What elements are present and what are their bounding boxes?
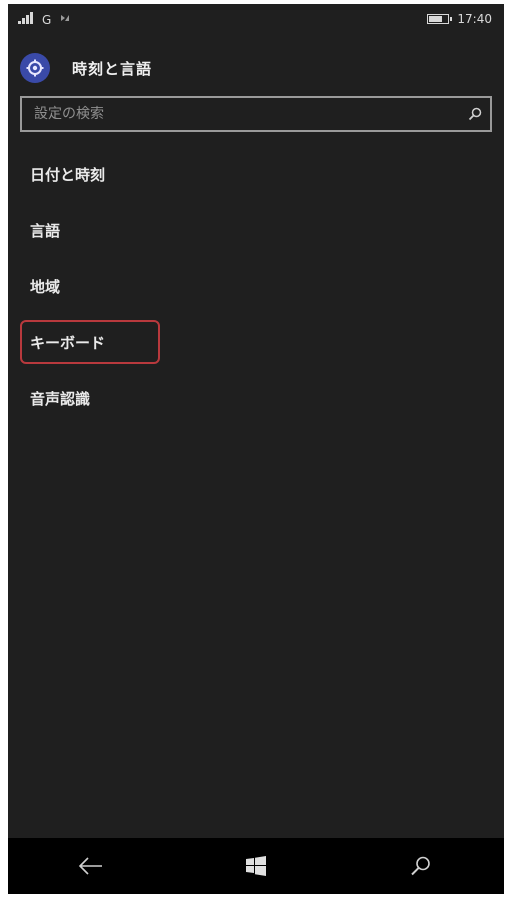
page-header: 時刻と言語: [20, 50, 152, 86]
search-box[interactable]: [20, 96, 492, 132]
menu-item-date-time[interactable]: 日付と時刻: [20, 152, 115, 196]
menu-item-keyboard[interactable]: キーボード: [20, 320, 160, 364]
windows-start-icon[interactable]: [226, 838, 286, 894]
back-arrow-icon[interactable]: [61, 838, 121, 894]
menu-item-region[interactable]: 地域: [20, 264, 70, 308]
page-title: 時刻と言語: [72, 59, 153, 78]
navigation-bar: [8, 838, 504, 894]
menu-item-speech[interactable]: 音声認識: [20, 376, 100, 420]
search-icon[interactable]: [391, 838, 451, 894]
phone-screen: G 17:40 時刻と言語 設定の検索 日付と時刻 言語 地域 キーボード 音声…: [8, 4, 504, 894]
signal-icon: [18, 12, 34, 27]
settings-gear-icon: [20, 53, 50, 83]
status-bar: G 17:40: [8, 4, 504, 38]
status-right: 17:40: [427, 12, 492, 26]
network-type-label: G: [42, 12, 52, 27]
battery-icon: [427, 14, 453, 24]
status-time: 17:40: [457, 12, 492, 26]
status-left: G: [18, 12, 71, 27]
search-input[interactable]: [22, 98, 460, 130]
search-icon[interactable]: [460, 98, 490, 130]
sync-icon: [59, 12, 71, 27]
menu-item-language[interactable]: 言語: [20, 208, 70, 252]
